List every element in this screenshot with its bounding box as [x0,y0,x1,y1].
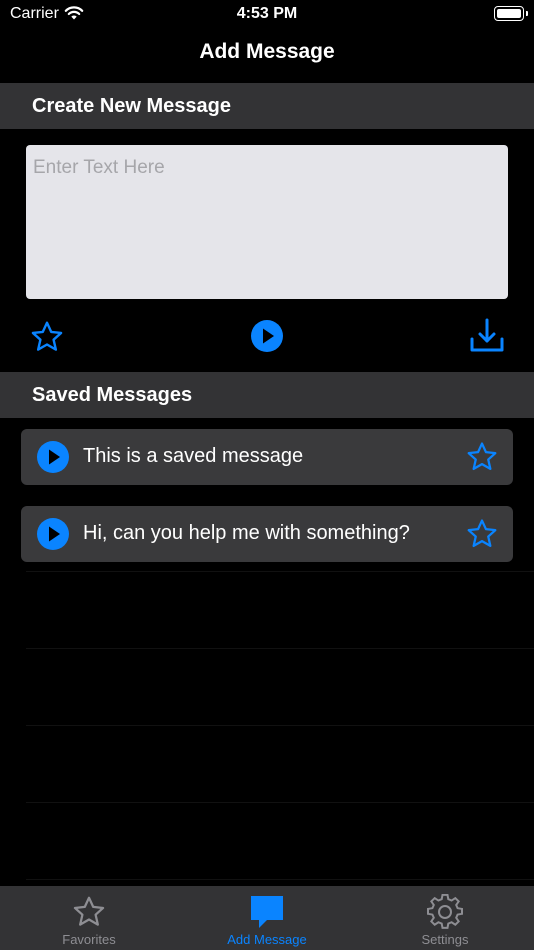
list-separator [26,571,534,572]
list-separator [26,802,534,803]
tab-settings-label: Settings [421,932,469,947]
page-title: Add Message [199,40,335,63]
star-outline-icon[interactable] [465,440,499,474]
tab-settings[interactable]: Settings [356,886,534,950]
star-outline-icon[interactable] [465,517,499,551]
play-circle-icon [251,320,283,352]
saved-message-row[interactable]: This is a saved message [21,429,513,485]
tab-favorites[interactable]: Favorites [0,886,178,950]
tab-add-message[interactable]: Add Message [178,886,356,950]
create-message-header-label: Create New Message [32,95,231,117]
create-message-header: Create New Message [0,83,534,129]
favorite-button[interactable] [28,318,66,356]
save-message-button[interactable] [467,316,507,356]
play-circle-icon[interactable] [36,517,70,551]
tab-add-message-label: Add Message [227,932,307,947]
play-button[interactable] [248,317,286,355]
list-separator [26,879,534,880]
battery-icon [494,6,528,21]
saved-message-row[interactable]: Hi, can you help me with something? [21,506,513,562]
gear-icon [427,894,463,929]
star-icon [73,896,105,926]
saved-messages-header-label: Saved Messages [32,384,193,406]
saved-message-text: This is a saved message [83,445,304,467]
tab-bar: Favorites Add Message Settings [0,886,534,950]
status-bar: Carrier 4:53 PM [0,0,534,30]
message-text-input[interactable] [26,145,508,299]
star-outline-icon [31,321,63,351]
list-separator [26,725,534,726]
download-icon [470,318,504,352]
clock: 4:53 PM [236,5,298,22]
tab-favorites-label: Favorites [62,932,116,947]
message-bubble-icon [251,896,283,928]
play-circle-icon[interactable] [36,440,70,474]
saved-message-text: Hi, can you help me with something? [83,522,410,544]
saved-messages-header: Saved Messages [0,372,534,418]
list-separator [26,648,534,649]
